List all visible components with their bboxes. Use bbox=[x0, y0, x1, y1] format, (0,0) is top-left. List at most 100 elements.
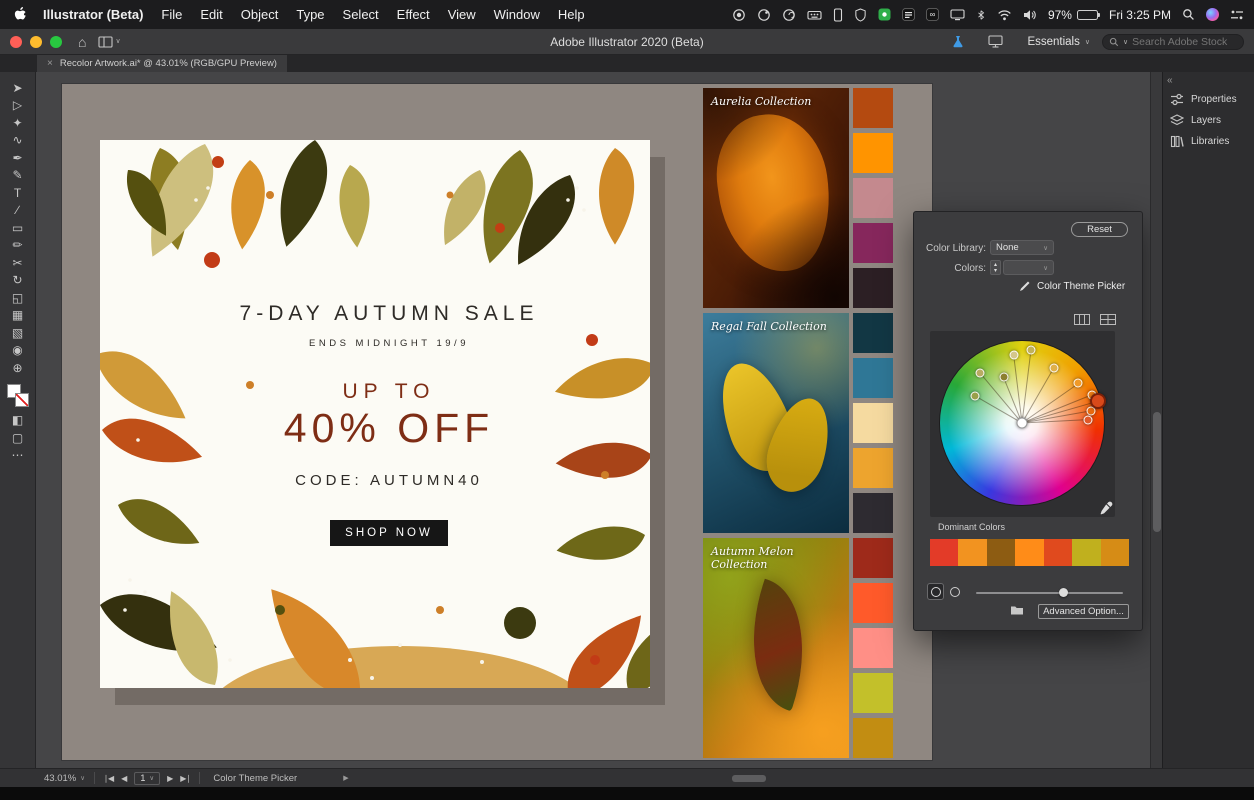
dominant-color-segment[interactable] bbox=[1101, 539, 1129, 566]
last-artboard-icon[interactable]: ▶∣ bbox=[180, 774, 190, 783]
stock-search-field[interactable]: ∨ bbox=[1102, 34, 1244, 50]
wheel-color-marker[interactable] bbox=[1009, 350, 1018, 359]
workspace-switcher[interactable]: Essentials ∨ bbox=[1027, 36, 1090, 48]
siri-icon[interactable] bbox=[1206, 8, 1219, 21]
wheel-color-marker[interactable] bbox=[975, 368, 984, 377]
active-app-name[interactable]: Illustrator (Beta) bbox=[43, 7, 143, 22]
wheel-color-marker[interactable] bbox=[1083, 415, 1092, 424]
document-tab[interactable]: × Recolor Artwork.ai* @ 43.01% (RGB/GPU … bbox=[37, 55, 287, 72]
wheel-color-marker[interactable] bbox=[1026, 345, 1035, 354]
vertical-scrollbar-thumb[interactable] bbox=[1153, 412, 1161, 532]
battery-indicator[interactable]: 97% bbox=[1048, 8, 1098, 22]
color-swatch[interactable] bbox=[853, 268, 893, 308]
reset-button[interactable]: Reset bbox=[1071, 222, 1128, 237]
more-tools-tool[interactable]: ⋯ bbox=[5, 447, 31, 465]
menu-effect[interactable]: Effect bbox=[397, 7, 430, 22]
minimize-window-button[interactable] bbox=[30, 36, 42, 48]
keyboard-icon[interactable] bbox=[807, 8, 822, 22]
direct-selection-tool[interactable]: ▷ bbox=[5, 97, 31, 115]
color-swatch[interactable] bbox=[853, 538, 893, 578]
wheel-color-marker[interactable] bbox=[999, 373, 1008, 382]
dominant-color-segment[interactable] bbox=[930, 539, 958, 566]
type-tool[interactable]: T bbox=[5, 184, 31, 202]
color-library-dropdown[interactable]: None∨ bbox=[990, 240, 1054, 255]
lasso-tool[interactable]: ∿ bbox=[5, 132, 31, 150]
dominant-color-segment[interactable] bbox=[958, 539, 986, 566]
color-wheel-mode-button[interactable] bbox=[927, 583, 944, 600]
menu-edit[interactable]: Edit bbox=[200, 7, 222, 22]
dominant-colors-bar[interactable] bbox=[930, 539, 1129, 566]
tab-close-icon[interactable]: × bbox=[47, 58, 53, 69]
menu-object[interactable]: Object bbox=[241, 7, 279, 22]
collection-photo[interactable]: Regal Fall Collection bbox=[703, 313, 849, 533]
stroke-color-well[interactable] bbox=[15, 393, 29, 407]
draw-mode-tool[interactable]: ◧ bbox=[5, 412, 31, 430]
apple-menu-icon[interactable] bbox=[14, 7, 27, 22]
wheel-color-marker[interactable] bbox=[971, 391, 980, 400]
color-swatch[interactable] bbox=[853, 448, 893, 488]
wifi-icon[interactable] bbox=[997, 9, 1012, 21]
dial-icon[interactable] bbox=[757, 8, 771, 22]
color-swatch[interactable] bbox=[853, 718, 893, 758]
screen-mode-tool[interactable]: ▢ bbox=[5, 429, 31, 447]
paintbrush-tool[interactable]: ✏ bbox=[5, 237, 31, 255]
collection-photo[interactable]: Aurelia Collection bbox=[703, 88, 849, 308]
color-swatch[interactable] bbox=[853, 583, 893, 623]
menu-type[interactable]: Type bbox=[296, 7, 324, 22]
dark-app-icon-2[interactable]: ∞ bbox=[926, 8, 939, 21]
shield-icon[interactable] bbox=[854, 8, 867, 22]
gradient-tool[interactable]: ▧ bbox=[5, 324, 31, 342]
spiral-icon[interactable] bbox=[782, 8, 796, 22]
dominant-color-segment[interactable] bbox=[1044, 539, 1072, 566]
green-app-icon[interactable] bbox=[878, 8, 891, 21]
color-swatch[interactable] bbox=[853, 313, 893, 353]
screen-setup-icon[interactable] bbox=[988, 35, 1003, 48]
dark-app-icon-1[interactable] bbox=[902, 8, 915, 21]
color-swatch[interactable] bbox=[853, 493, 893, 533]
search-input[interactable] bbox=[1132, 36, 1232, 48]
artboard-number-dropdown[interactable]: 1∨ bbox=[134, 772, 160, 785]
line-segment-tool[interactable]: ∕ bbox=[5, 202, 31, 220]
collection-photo[interactable]: Autumn Melon Collection bbox=[703, 538, 849, 758]
volume-icon[interactable] bbox=[1023, 9, 1037, 21]
home-button[interactable]: ⌂ bbox=[78, 35, 86, 49]
notification-center-icon[interactable] bbox=[1230, 9, 1244, 21]
horizontal-scrollbar-thumb[interactable] bbox=[732, 775, 766, 782]
color-swatch[interactable] bbox=[853, 133, 893, 173]
dominant-color-segment[interactable] bbox=[1072, 539, 1100, 566]
status-popup-icon[interactable]: ▶ bbox=[343, 774, 348, 782]
scissors-tool[interactable]: ✂ bbox=[5, 254, 31, 272]
display-mirroring-icon[interactable] bbox=[950, 8, 965, 21]
menu-view[interactable]: View bbox=[448, 7, 476, 22]
record-indicator-icon[interactable] bbox=[732, 8, 746, 22]
save-group-folder-icon[interactable] bbox=[1010, 604, 1024, 616]
dominant-color-segment[interactable] bbox=[987, 539, 1015, 566]
color-bars-view-icon[interactable] bbox=[1074, 314, 1090, 325]
color-wheel-view-icon[interactable] bbox=[1100, 314, 1116, 325]
close-window-button[interactable] bbox=[10, 36, 22, 48]
color-swatch[interactable] bbox=[853, 673, 893, 713]
scale-tool[interactable]: ◱ bbox=[5, 289, 31, 307]
dominant-color-segment[interactable] bbox=[1015, 539, 1043, 566]
menu-file[interactable]: File bbox=[161, 7, 182, 22]
menu-window[interactable]: Window bbox=[494, 7, 540, 22]
color-theme-picker-button[interactable]: Color Theme Picker bbox=[1019, 280, 1125, 292]
vertical-scrollbar[interactable] bbox=[1150, 72, 1162, 768]
wheel-center-marker[interactable] bbox=[1017, 418, 1028, 429]
color-swatch[interactable] bbox=[853, 403, 893, 443]
canvas[interactable]: 7-DAY AUTUMN SALE ENDS MIDNIGHT 19/9 UP … bbox=[36, 72, 1150, 768]
spotlight-icon[interactable] bbox=[1182, 8, 1195, 21]
dock-expand-icon[interactable]: « bbox=[1163, 74, 1254, 89]
zoom-level-dropdown[interactable]: 43.01% ∨ bbox=[44, 773, 85, 784]
color-swatch[interactable] bbox=[853, 178, 893, 218]
first-artboard-icon[interactable]: ∣◀ bbox=[104, 774, 114, 783]
colors-dropdown[interactable]: ∨ bbox=[1003, 260, 1054, 275]
menu-bar-clock[interactable]: Fri 3:25 PM bbox=[1109, 8, 1171, 22]
colors-stepper[interactable]: ▴▾ bbox=[990, 260, 1001, 275]
gpu-performance-icon[interactable] bbox=[952, 35, 964, 49]
curvature-tool[interactable]: ✎ bbox=[5, 167, 31, 185]
artboard[interactable]: 7-DAY AUTUMN SALE ENDS MIDNIGHT 19/9 UP … bbox=[100, 140, 650, 688]
next-artboard-icon[interactable]: ▶ bbox=[167, 774, 173, 783]
menu-help[interactable]: Help bbox=[558, 7, 585, 22]
brightness-slider-knob[interactable] bbox=[1059, 588, 1068, 597]
